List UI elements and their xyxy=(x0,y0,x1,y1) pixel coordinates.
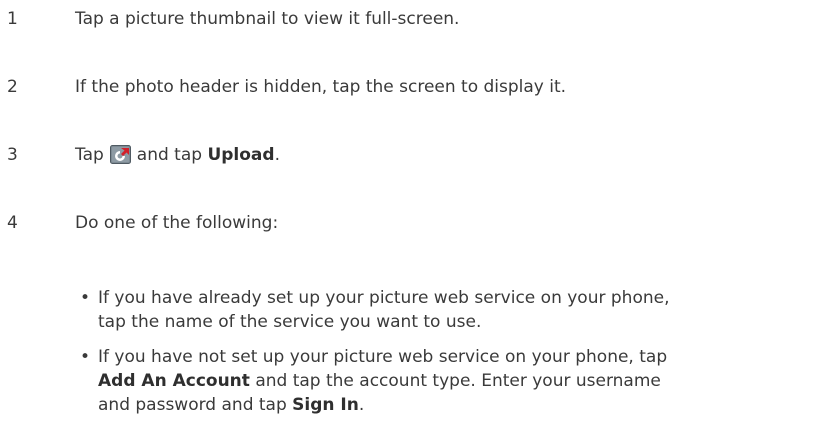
bullet-line: tap the name of the service you want to … xyxy=(98,312,482,332)
sign-in-label: Sign In xyxy=(292,395,359,415)
step-number: 3 xyxy=(7,145,18,165)
bullet-line: If you have already set up your picture … xyxy=(98,288,670,308)
upload-label: Upload xyxy=(207,145,275,165)
list-item: • If you have already set up your pictur… xyxy=(80,286,837,334)
step-number: 1 xyxy=(7,9,18,29)
list-item: • If you have not set up your picture we… xyxy=(80,345,837,417)
bullet-text: and password and tap xyxy=(98,395,287,415)
step-number: 4 xyxy=(7,213,18,233)
step-text-before: Tap xyxy=(75,145,104,165)
step-text: Do one of the following: xyxy=(75,213,279,233)
page: { "steps": [ {"number": "1", "text": "Ta… xyxy=(0,0,837,428)
add-an-account-label: Add An Account xyxy=(98,371,250,391)
bullet-text: . xyxy=(358,395,365,415)
step-text-after: . xyxy=(274,145,280,165)
step-text-middle: and tap xyxy=(136,145,203,165)
bullet-icon: • xyxy=(80,347,91,367)
step-text: If the photo header is hidden, tap the s… xyxy=(75,77,567,97)
bullet-line: If you have not set up your picture web … xyxy=(98,347,668,367)
share-menu-icon xyxy=(109,145,131,164)
bullet-icon: • xyxy=(80,288,91,308)
bullet-line: and password and tap Sign In. xyxy=(98,393,837,417)
bullet-line: Add An Account and tap the account type.… xyxy=(98,369,837,393)
bullet-text: and tap the account type. Enter your use… xyxy=(255,371,661,391)
step-number: 2 xyxy=(7,77,18,97)
step-text: Tap and tap Upload. xyxy=(75,144,280,166)
options-list: • If you have already set up your pictur… xyxy=(80,286,837,428)
step-text: Tap a picture thumbnail to view it full-… xyxy=(75,9,460,29)
